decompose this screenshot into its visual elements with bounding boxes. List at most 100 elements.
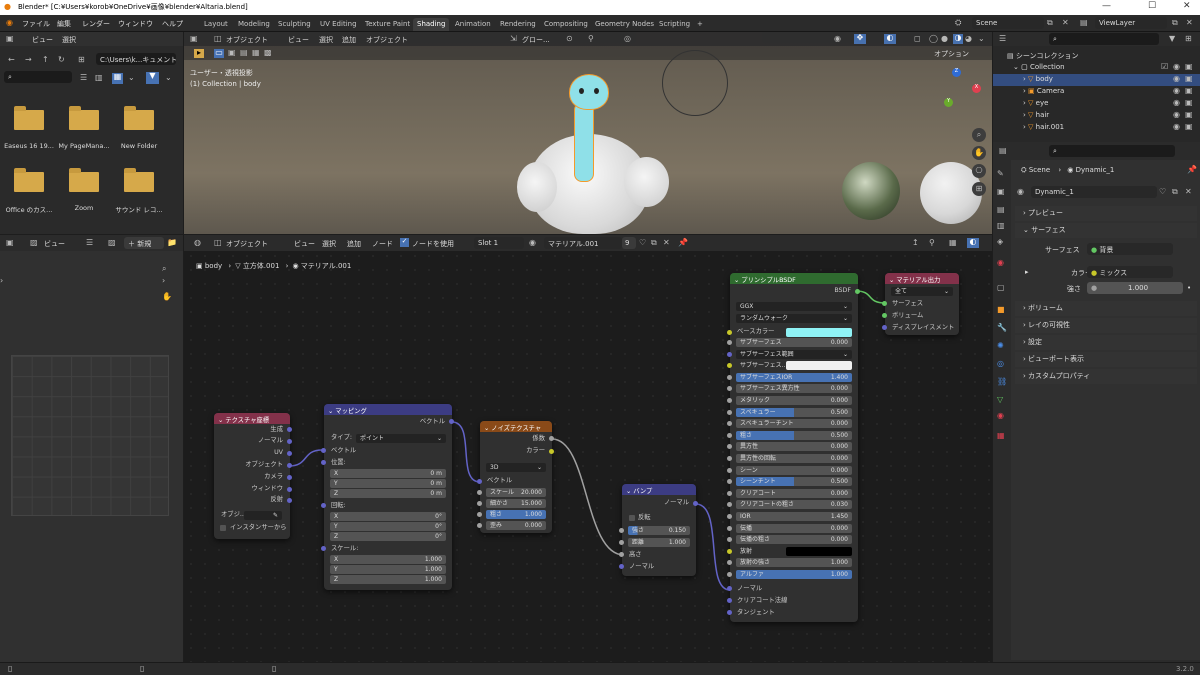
bsdf-field[interactable]: 粗さ 0.500 — [736, 430, 852, 440]
section-viewport-display[interactable]: › ビューポート表示 — [1015, 352, 1197, 367]
hand-icon[interactable]: ✋ — [162, 293, 172, 301]
folder-label[interactable]: My PageMana... — [56, 142, 112, 150]
mode-selector[interactable]: オブジェクト — [226, 35, 268, 45]
socket[interactable] — [287, 498, 292, 503]
socket[interactable] — [727, 386, 732, 392]
world-name-field[interactable]: Dynamic_1 — [1031, 186, 1157, 198]
subsurface-method-dropdown[interactable]: ランダムウォーク ⌄ — [736, 314, 852, 323]
location-x-field[interactable]: X 0 m — [330, 469, 446, 478]
eye-icon[interactable]: ◉ — [1173, 99, 1180, 107]
add-workspace-button[interactable]: + — [693, 18, 707, 31]
socket[interactable] — [727, 586, 732, 591]
bsdf-field[interactable]: メタリック 0.000 — [736, 396, 852, 405]
folder-icon[interactable] — [124, 106, 154, 130]
folder-icon[interactable] — [14, 168, 44, 192]
folder-label[interactable]: Easeus 16 19... — [1, 142, 57, 150]
outliner-item-hair[interactable]: › ▽ hair — [1023, 111, 1049, 119]
bsdf-field[interactable]: サブサーフェス異方性 0.000 — [736, 384, 852, 394]
gizmo-z-axis[interactable]: Z — [952, 68, 961, 77]
socket[interactable] — [727, 363, 732, 369]
socket[interactable] — [287, 487, 292, 492]
socket[interactable] — [727, 421, 732, 427]
sort-icon[interactable]: ⌄ — [128, 74, 135, 82]
view-layer-tab-icon[interactable]: ▥ — [997, 222, 1005, 230]
tab-animation[interactable]: Animation — [451, 18, 495, 31]
socket[interactable] — [287, 463, 292, 468]
tab-scripting[interactable]: Scripting — [655, 18, 694, 31]
delete-scene-icon[interactable]: ✕ — [1062, 19, 1069, 27]
editor-type-icon[interactable]: ▣ — [6, 35, 14, 43]
tab-uv-editing[interactable]: UV Editing — [316, 18, 361, 31]
tab-layout[interactable]: Layout — [200, 18, 232, 31]
options-dropdown[interactable]: オプション — [930, 47, 986, 59]
thumbnail-small-icon[interactable]: ▥ — [95, 74, 103, 82]
scale-x-field[interactable]: X 1.000 — [330, 555, 446, 564]
forward-icon[interactable]: → — [25, 56, 32, 64]
camera-view-icon[interactable]: ⎔ — [972, 164, 986, 178]
node-header[interactable]: ⌄ バンプ — [622, 484, 696, 495]
data-tab-icon[interactable]: ▽ — [997, 396, 1003, 404]
socket[interactable] — [727, 537, 732, 543]
new-folder-icon[interactable]: ⊞ — [78, 56, 85, 64]
output-tab-icon[interactable]: ▤ — [997, 206, 1005, 214]
unlink-icon[interactable]: ✕ — [1185, 188, 1192, 196]
collection-tab-icon[interactable]: ▢ — [997, 284, 1005, 292]
bsdf-field[interactable]: アルファ 1.000 — [736, 570, 852, 579]
filter-icon[interactable]: ▼ — [146, 72, 159, 84]
socket[interactable] — [727, 409, 732, 415]
socket[interactable] — [321, 503, 326, 508]
node-texture-coordinate[interactable]: ⌄ テクスチャ座標 生成 ノーマル UV オブジェクト カメラ ウィンドウ 反射… — [214, 413, 292, 539]
new-collection-icon[interactable]: ⊞ — [1185, 35, 1192, 43]
eye-icon[interactable]: ◉ — [1173, 111, 1180, 119]
socket[interactable] — [855, 289, 860, 294]
node-material-output[interactable]: ⌄ マテリアル出力 全て ⌄ サーフェス ボリューム ディスプレイスメント — [882, 273, 959, 335]
rotation-x-field[interactable]: X 0° — [330, 512, 446, 521]
node-header[interactable]: ⌄ ノイズテクスチャ — [480, 421, 552, 432]
socket[interactable] — [727, 525, 732, 531]
image-editor[interactable]: ▣ ▨ ビュー ☰ ▨ ＋ 新規 📁 › — [0, 235, 183, 662]
eye-icon[interactable]: ◉ — [1173, 123, 1180, 131]
gizmo-y-axis[interactable]: Y — [944, 98, 953, 107]
pan-hand-icon[interactable]: ✋ — [972, 146, 986, 160]
socket[interactable] — [727, 351, 732, 357]
world-browse-icon[interactable]: ◉ — [1017, 188, 1024, 196]
scale-field[interactable]: スケール 20.000 — [486, 488, 546, 497]
blender-menu-icon[interactable]: ◉ — [6, 19, 13, 27]
eye-icon[interactable]: ◉ — [1173, 87, 1180, 95]
node-header[interactable]: ⌄ マテリアル出力 — [885, 273, 959, 284]
mapping-type-dropdown[interactable]: ポイント ⌄ — [356, 434, 446, 443]
section-custom-properties[interactable]: › カスタムプロパティ — [1015, 369, 1197, 384]
socket[interactable] — [727, 572, 732, 577]
filter-search-input[interactable]: ⌕ — [4, 71, 72, 83]
object-tab-icon[interactable]: ■ — [997, 306, 1005, 314]
bsdf-field[interactable]: 伝播 0.000 — [736, 523, 852, 533]
outliner-item-body[interactable]: › ▽ body — [1023, 75, 1053, 83]
section-preview[interactable]: › プレビュー — [1015, 206, 1197, 221]
section-surface[interactable]: ⌄ サーフェス — [1015, 223, 1197, 238]
node-bump[interactable]: ⌄ バンプ ノーマル 反転 強さ 0.150 距離 1.000 高さ ノーマル — [619, 484, 698, 576]
shading-material-icon[interactable]: ◑ — [953, 34, 963, 44]
editor-type-icon[interactable]: ☰ — [999, 35, 1006, 43]
socket[interactable] — [727, 560, 732, 566]
folder-label[interactable]: サウンド レコ... — [111, 204, 167, 214]
socket[interactable] — [727, 502, 732, 508]
node-mapping[interactable]: ⌄ マッピング ベクトル タイプ: ポイント ⌄ ベクトル 位置: X0 m Y0… — [321, 404, 454, 590]
filter-icon[interactable]: ▼ — [1169, 35, 1175, 43]
bsdf-field[interactable]: サブサーフェスIOR 1.400 — [736, 372, 852, 382]
socket[interactable] — [727, 374, 732, 380]
eyedropper-icon[interactable]: ✎ — [273, 511, 278, 520]
select-intersect-icon[interactable]: ▩ — [264, 49, 272, 57]
bsdf-field[interactable]: 伝播の粗さ 0.000 — [736, 535, 852, 545]
fb-menu-view[interactable]: ビュー — [32, 35, 53, 45]
location-y-field[interactable]: Y 0 m — [330, 479, 446, 488]
new-view-layer-icon[interactable]: ⧉ — [1172, 19, 1178, 27]
bsdf-field[interactable]: シーンチント 0.500 — [736, 477, 852, 487]
rotation-y-field[interactable]: Y 0° — [330, 522, 446, 531]
path-field[interactable]: C:\Users\k...キュメント\ — [96, 53, 176, 65]
socket[interactable] — [727, 340, 732, 345]
select-extend-icon[interactable]: ▣ — [228, 49, 236, 57]
list-view-icon[interactable]: ☰ — [80, 74, 87, 82]
maximize-button[interactable]: ☐ — [1148, 1, 1156, 11]
pin-icon[interactable]: 📌 — [1187, 166, 1197, 174]
outliner-collection[interactable]: ⌄ ▢ Collection — [1013, 63, 1065, 71]
